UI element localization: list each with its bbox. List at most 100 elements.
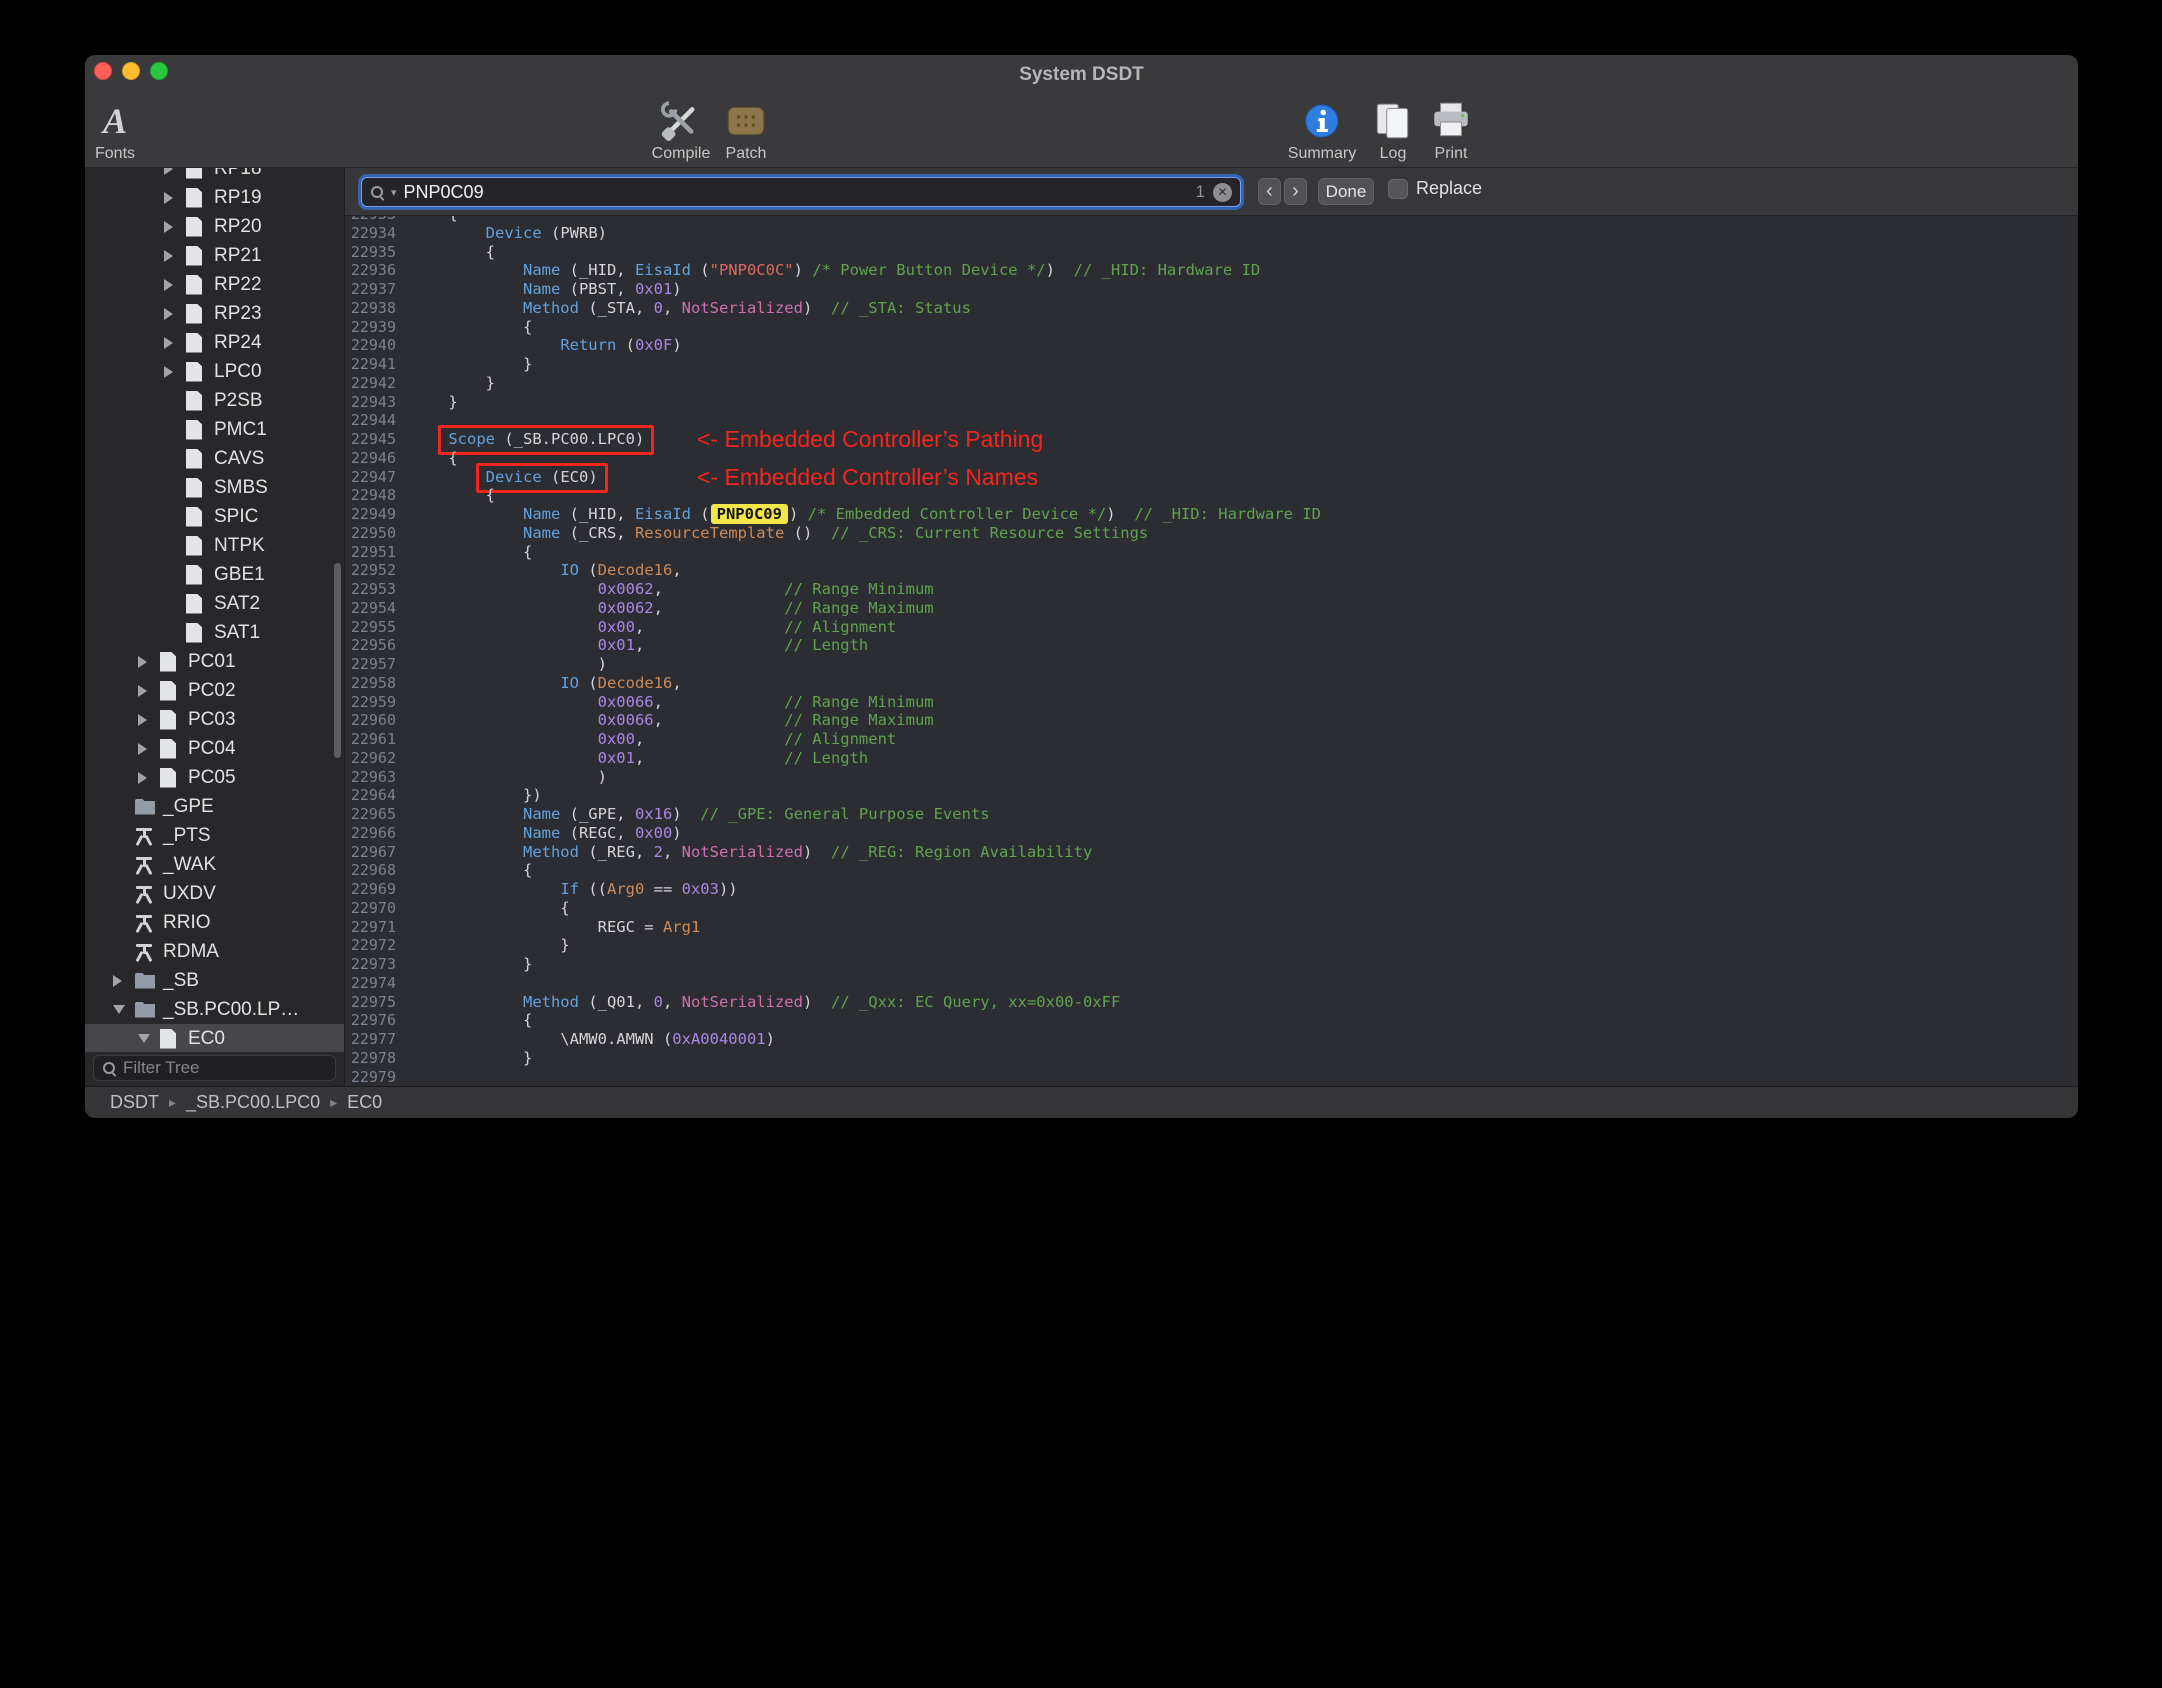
chevron-right-icon[interactable] — [164, 337, 186, 349]
chevron-right-icon[interactable] — [138, 772, 160, 784]
compile-button[interactable]: Compile — [652, 97, 710, 163]
tree-item[interactable]: RP24 — [85, 328, 344, 357]
code-line[interactable]: 22978 } — [345, 1049, 2078, 1068]
tree-item[interactable]: RRIO — [85, 908, 344, 937]
window-titlebar[interactable]: System DSDT — [85, 55, 2078, 93]
code-line[interactable]: 22951 { — [345, 543, 2078, 562]
find-next-button[interactable]: › — [1284, 178, 1307, 205]
fonts-button[interactable]: A Fonts — [95, 97, 135, 163]
code-line[interactable]: 22967 Method (_REG, 2, NotSerialized) //… — [345, 843, 2078, 862]
code-line[interactable]: 22960 0x0066, // Range Maximum — [345, 711, 2078, 730]
find-previous-button[interactable]: ‹ — [1258, 178, 1281, 205]
code-line[interactable]: 22955 0x00, // Alignment — [345, 618, 2078, 637]
code-line[interactable]: 22947 Device (EC0) <- Embedded Controller… — [345, 462, 2078, 493]
code-line[interactable]: 22977 \AMW0.AMWN (0xA0040001) — [345, 1030, 2078, 1049]
code-line[interactable]: 22975 Method (_Q01, 0, NotSerialized) //… — [345, 993, 2078, 1012]
tree-item[interactable]: PC03 — [85, 705, 344, 734]
code-line[interactable]: 22939 { — [345, 318, 2078, 337]
tree-item[interactable]: CAVS — [85, 444, 344, 473]
chevron-right-icon[interactable] — [138, 714, 160, 726]
tree-item[interactable]: PC02 — [85, 676, 344, 705]
tree-scrollbar-thumb[interactable] — [334, 563, 341, 758]
code-line[interactable]: 22942 } — [345, 374, 2078, 393]
tree-item[interactable]: EC0 — [85, 1024, 344, 1052]
tree-item[interactable]: P2SB — [85, 386, 344, 415]
code-line[interactable]: 22937 Name (PBST, 0x01) — [345, 280, 2078, 299]
code-line[interactable]: 22950 Name (_CRS, ResourceTemplate () //… — [345, 524, 2078, 543]
code-line[interactable]: 22957 ) — [345, 655, 2078, 674]
tree-item[interactable]: GBE1 — [85, 560, 344, 589]
tree-item[interactable]: SAT1 — [85, 618, 344, 647]
breadcrumb-item[interactable]: DSDT — [110, 1092, 159, 1113]
chevron-right-icon[interactable] — [113, 975, 135, 987]
code-line[interactable]: 22958 IO (Decode16, — [345, 674, 2078, 693]
chevron-right-icon[interactable] — [164, 366, 186, 378]
chevron-right-icon[interactable] — [138, 743, 160, 755]
code-line[interactable]: 22954 0x0062, // Range Maximum — [345, 599, 2078, 618]
breadcrumb-item[interactable]: EC0 — [347, 1092, 382, 1113]
chevron-down-icon[interactable] — [113, 1005, 135, 1014]
tree-item[interactable]: LPC0 — [85, 357, 344, 386]
tree-item[interactable]: SAT2 — [85, 589, 344, 618]
tree-item[interactable]: PMC1 — [85, 415, 344, 444]
tree-item[interactable]: PC05 — [85, 763, 344, 792]
code-line[interactable]: 22964 }) — [345, 786, 2078, 805]
clear-search-icon[interactable]: ✕ — [1213, 182, 1232, 202]
code-line[interactable]: 22962 0x01, // Length — [345, 749, 2078, 768]
tree-item[interactable]: PC04 — [85, 734, 344, 763]
summary-button[interactable]: Summary — [1288, 97, 1356, 163]
code-line[interactable]: 22945 Scope (_SB.PC00.LPC0) <- Embedded C… — [345, 425, 2078, 455]
tree-item[interactable]: _WAK — [85, 850, 344, 879]
tree-item[interactable]: RP21 — [85, 241, 344, 270]
code-line[interactable]: 22948 { — [345, 486, 2078, 505]
code-line[interactable]: 22959 0x0066, // Range Minimum — [345, 693, 2078, 712]
find-input[interactable] — [403, 181, 1196, 203]
code-line[interactable]: 22941 } — [345, 355, 2078, 374]
chevron-right-icon[interactable] — [164, 250, 186, 262]
tree-item[interactable]: RP19 — [85, 183, 344, 212]
breadcrumb-item[interactable]: _SB.PC00.LPC0 — [186, 1092, 320, 1113]
code-line[interactable]: 22966 Name (REGC, 0x00) — [345, 824, 2078, 843]
tree-item[interactable]: NTPK — [85, 531, 344, 560]
chevron-right-icon[interactable] — [164, 192, 186, 204]
replace-checkbox[interactable] — [1388, 178, 1408, 199]
tree-item[interactable]: _SB — [85, 966, 344, 995]
chevron-right-icon[interactable] — [138, 656, 160, 668]
tree-item[interactable]: UXDV — [85, 879, 344, 908]
code-line[interactable]: 22938 Method (_STA, 0, NotSerialized) //… — [345, 299, 2078, 318]
code-line[interactable]: 22972 } — [345, 936, 2078, 955]
code-line[interactable]: 22973 } — [345, 955, 2078, 974]
code-line[interactable]: 22953 0x0062, // Range Minimum — [345, 580, 2078, 599]
tree-item[interactable]: SPIC — [85, 502, 344, 531]
tree-item[interactable]: RP20 — [85, 212, 344, 241]
tree-item[interactable]: SMBS — [85, 473, 344, 502]
code-line[interactable]: 22933 { — [345, 216, 2078, 224]
tree-item[interactable]: _PTS — [85, 821, 344, 850]
chevron-right-icon[interactable] — [138, 685, 160, 697]
chevron-right-icon[interactable] — [164, 168, 186, 175]
tree-item[interactable]: RP18 — [85, 168, 344, 183]
code-line[interactable]: 22974 — [345, 974, 2078, 993]
tree-item[interactable]: _SB.PC00.LP… — [85, 995, 344, 1024]
code-line[interactable]: 22976 { — [345, 1011, 2078, 1030]
code-line[interactable]: 22952 IO (Decode16, — [345, 561, 2078, 580]
code-line[interactable]: 22979 — [345, 1068, 2078, 1087]
code-line[interactable]: 22936 Name (_HID, EisaId ("PNP0C0C") /* … — [345, 261, 2078, 280]
log-button[interactable]: Log — [1370, 97, 1416, 163]
code-editor[interactable]: 22933 {22934 Device (PWRB)22935 {22936 N… — [345, 216, 2078, 1086]
code-line[interactable]: 22961 0x00, // Alignment — [345, 730, 2078, 749]
find-search-field[interactable]: ▾ 1 ✕ — [361, 177, 1241, 207]
search-scope-chevron-icon[interactable]: ▾ — [391, 186, 397, 199]
code-line[interactable]: 22935 { — [345, 243, 2078, 262]
tree-item[interactable]: RDMA — [85, 937, 344, 966]
chevron-right-icon[interactable] — [164, 221, 186, 233]
tree-item[interactable]: PC01 — [85, 647, 344, 676]
code-line[interactable]: 22971 REGC = Arg1 — [345, 918, 2078, 937]
code-line[interactable]: 22969 If ((Arg0 == 0x03)) — [345, 880, 2078, 899]
chevron-down-icon[interactable] — [138, 1034, 160, 1043]
code-line[interactable]: 22956 0x01, // Length — [345, 636, 2078, 655]
print-button[interactable]: Print — [1428, 97, 1474, 163]
code-line[interactable]: 22965 Name (_GPE, 0x16) // _GPE: General… — [345, 805, 2078, 824]
chevron-right-icon[interactable] — [164, 279, 186, 291]
done-button[interactable]: Done — [1318, 178, 1374, 205]
